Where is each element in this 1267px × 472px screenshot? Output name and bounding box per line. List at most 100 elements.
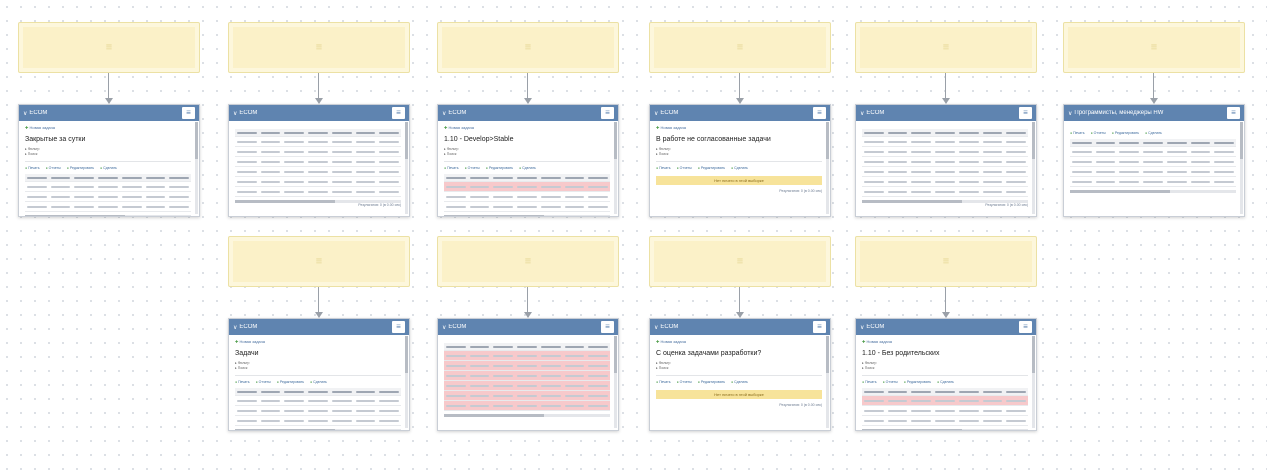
horizontal-scrollbar[interactable] bbox=[235, 200, 401, 203]
collapse-chevron-icon[interactable]: ∨ bbox=[860, 324, 864, 331]
toolbar-edit-button[interactable]: Редактировать bbox=[904, 380, 931, 384]
horizontal-scrollbar[interactable] bbox=[862, 429, 1028, 430]
horizontal-scrollbar[interactable] bbox=[862, 200, 1028, 203]
toolbar-edit-button[interactable]: Редактировать bbox=[67, 166, 94, 170]
widget-menu-icon[interactable]: ≡ bbox=[1019, 321, 1032, 333]
placeholder-slot[interactable]: ≡ bbox=[855, 236, 1037, 287]
table-row[interactable] bbox=[444, 192, 610, 202]
widget-menu-icon[interactable]: ≡ bbox=[392, 107, 405, 119]
toolbar-edit-button[interactable]: Редактировать bbox=[698, 380, 725, 384]
table-row[interactable] bbox=[235, 147, 401, 157]
horizontal-scrollbar[interactable] bbox=[444, 414, 610, 417]
widget-menu-icon[interactable]: ≡ bbox=[601, 107, 614, 119]
table-row[interactable] bbox=[235, 137, 401, 147]
search-option[interactable]: ▸ Поиск bbox=[25, 152, 191, 157]
placeholder-slot[interactable]: ≡ bbox=[228, 22, 410, 73]
table-row[interactable] bbox=[1070, 177, 1236, 187]
widget-menu-icon[interactable]: ≡ bbox=[813, 321, 826, 333]
new-task-link[interactable]: ✚ Новая задача bbox=[862, 339, 1028, 344]
table-row[interactable] bbox=[25, 192, 191, 202]
table-row[interactable] bbox=[444, 202, 610, 212]
toolbar-print-button[interactable]: Печать bbox=[25, 166, 39, 170]
placeholder-slot[interactable]: ≡ bbox=[855, 22, 1037, 73]
table-row[interactable] bbox=[444, 361, 610, 371]
table-row[interactable] bbox=[444, 371, 610, 381]
new-task-link[interactable]: ✚ Новая задача bbox=[444, 125, 610, 130]
table-row[interactable] bbox=[235, 177, 401, 187]
search-option[interactable]: ▸ Поиск bbox=[235, 366, 401, 371]
toolbar-print-button[interactable]: Печать bbox=[862, 380, 876, 384]
toolbar-edit-button[interactable]: Редактировать bbox=[698, 166, 725, 170]
collapse-chevron-icon[interactable]: ∨ bbox=[1068, 110, 1072, 117]
table-row[interactable] bbox=[862, 177, 1028, 187]
collapse-chevron-icon[interactable]: ∨ bbox=[654, 110, 658, 117]
widget-menu-icon[interactable]: ≡ bbox=[1019, 107, 1032, 119]
table-row[interactable] bbox=[862, 137, 1028, 147]
table-row[interactable] bbox=[444, 381, 610, 391]
toolbar-print-button[interactable]: Печать bbox=[1070, 131, 1084, 135]
toolbar-save-button[interactable]: Сделать bbox=[519, 166, 536, 170]
table-row[interactable] bbox=[444, 182, 610, 192]
table-row[interactable] bbox=[235, 157, 401, 167]
toolbar-print-button[interactable]: Печать bbox=[656, 380, 670, 384]
table-row[interactable] bbox=[862, 406, 1028, 416]
table-row[interactable] bbox=[235, 406, 401, 416]
toolbar-reset-button[interactable]: Отчеты bbox=[677, 166, 692, 170]
table-row[interactable] bbox=[444, 391, 610, 401]
widget-menu-icon[interactable]: ≡ bbox=[1227, 107, 1240, 119]
table-row[interactable] bbox=[444, 401, 610, 411]
table-row[interactable] bbox=[444, 351, 610, 361]
table-row[interactable] bbox=[25, 202, 191, 212]
horizontal-scrollbar[interactable] bbox=[25, 215, 191, 216]
table-row[interactable] bbox=[1070, 157, 1236, 167]
table-row[interactable] bbox=[1070, 167, 1236, 177]
toolbar-reset-button[interactable]: Отчеты bbox=[677, 380, 692, 384]
horizontal-scrollbar[interactable] bbox=[1070, 190, 1236, 193]
toolbar-reset-button[interactable]: Отчеты bbox=[46, 166, 61, 170]
table-row[interactable] bbox=[235, 416, 401, 426]
table-row[interactable] bbox=[862, 147, 1028, 157]
table-row[interactable] bbox=[862, 396, 1028, 406]
toolbar-save-button[interactable]: Сделать bbox=[310, 380, 327, 384]
toolbar-save-button[interactable]: Сделать bbox=[1145, 131, 1162, 135]
toolbar-save-button[interactable]: Сделать bbox=[100, 166, 117, 170]
toolbar-edit-button[interactable]: Редактировать bbox=[277, 380, 304, 384]
collapse-chevron-icon[interactable]: ∨ bbox=[860, 110, 864, 117]
toolbar-print-button[interactable]: Печать bbox=[444, 166, 458, 170]
toolbar-print-button[interactable]: Печать bbox=[235, 380, 249, 384]
search-option[interactable]: ▸ Поиск bbox=[862, 366, 1028, 371]
collapse-chevron-icon[interactable]: ∨ bbox=[233, 110, 237, 117]
horizontal-scrollbar[interactable] bbox=[235, 429, 401, 430]
toolbar-save-button[interactable]: Сделать bbox=[937, 380, 954, 384]
placeholder-slot[interactable]: ≡ bbox=[437, 22, 619, 73]
toolbar-reset-button[interactable]: Отчеты bbox=[1091, 131, 1106, 135]
widget-menu-icon[interactable]: ≡ bbox=[182, 107, 195, 119]
table-row[interactable] bbox=[235, 187, 401, 197]
widget-menu-icon[interactable]: ≡ bbox=[813, 107, 826, 119]
table-row[interactable] bbox=[862, 157, 1028, 167]
collapse-chevron-icon[interactable]: ∨ bbox=[233, 324, 237, 331]
collapse-chevron-icon[interactable]: ∨ bbox=[23, 110, 27, 117]
table-row[interactable] bbox=[25, 182, 191, 192]
toolbar-save-button[interactable]: Сделать bbox=[731, 380, 748, 384]
toolbar-reset-button[interactable]: Отчеты bbox=[465, 166, 480, 170]
placeholder-slot[interactable]: ≡ bbox=[1063, 22, 1245, 73]
collapse-chevron-icon[interactable]: ∨ bbox=[442, 324, 446, 331]
placeholder-slot[interactable]: ≡ bbox=[649, 22, 831, 73]
toolbar-reset-button[interactable]: Отчеты bbox=[256, 380, 271, 384]
toolbar-edit-button[interactable]: Редактировать bbox=[486, 166, 513, 170]
placeholder-slot[interactable]: ≡ bbox=[228, 236, 410, 287]
toolbar-print-button[interactable]: Печать bbox=[656, 166, 670, 170]
new-task-link[interactable]: ✚ Новая задача bbox=[656, 339, 822, 344]
table-row[interactable] bbox=[235, 396, 401, 406]
placeholder-slot[interactable]: ≡ bbox=[437, 236, 619, 287]
table-row[interactable] bbox=[862, 187, 1028, 197]
placeholder-slot[interactable]: ≡ bbox=[18, 22, 200, 73]
horizontal-scrollbar[interactable] bbox=[444, 215, 610, 216]
toolbar-save-button[interactable]: Сделать bbox=[731, 166, 748, 170]
search-option[interactable]: ▸ Поиск bbox=[656, 366, 822, 371]
search-option[interactable]: ▸ Поиск bbox=[444, 152, 610, 157]
search-option[interactable]: ▸ Поиск bbox=[656, 152, 822, 157]
toolbar-reset-button[interactable]: Отчеты bbox=[883, 380, 898, 384]
table-row[interactable] bbox=[862, 167, 1028, 177]
